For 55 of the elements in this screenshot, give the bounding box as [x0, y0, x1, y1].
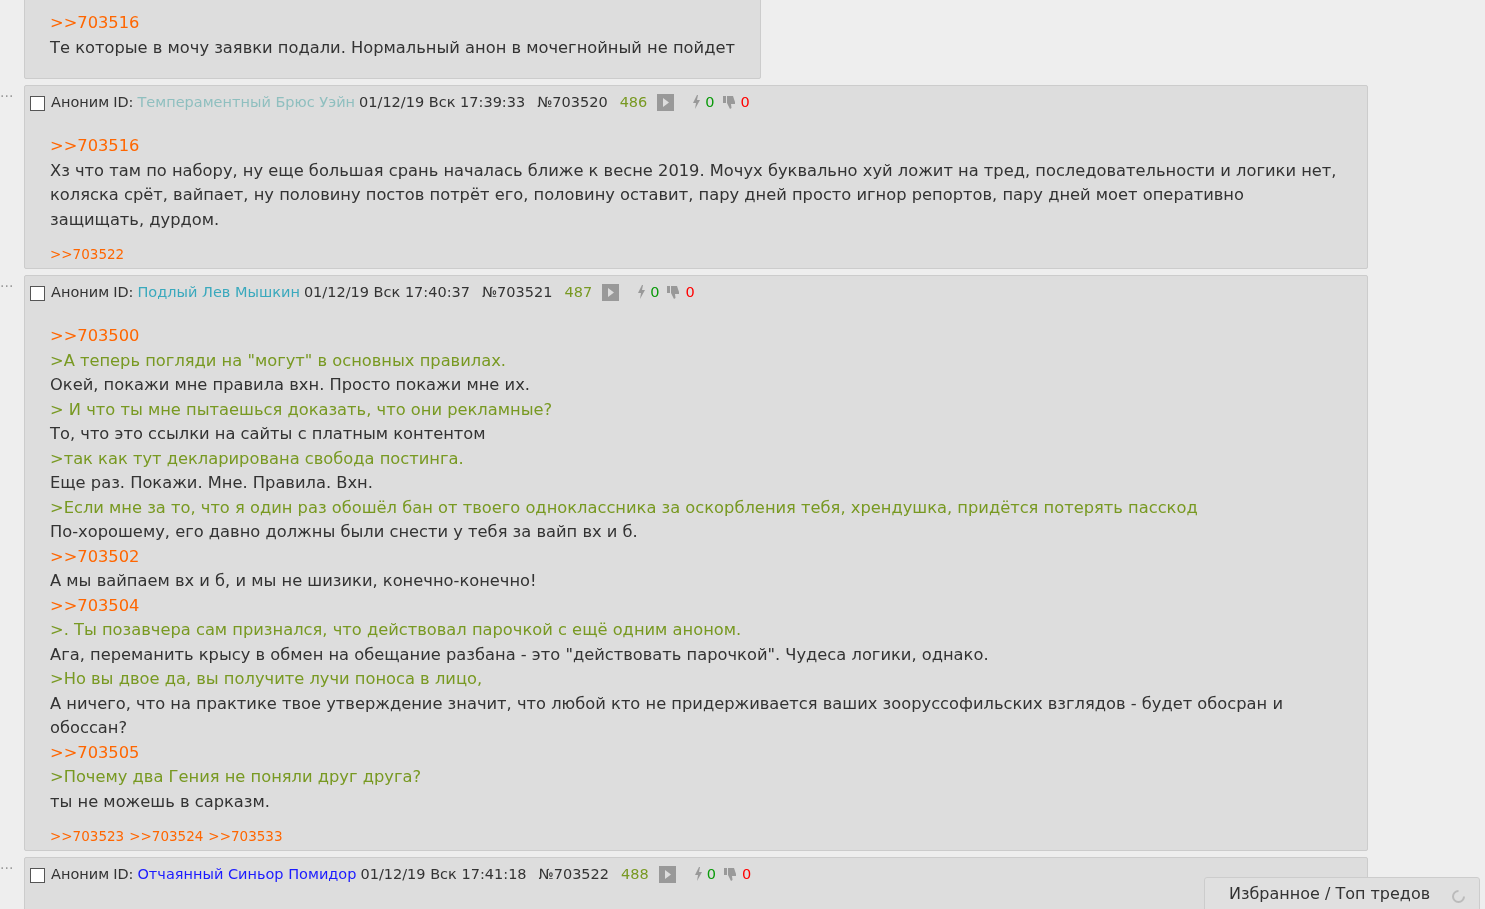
reply-link[interactable]: >>703502: [50, 544, 1342, 569]
author-name: Аноним: [51, 284, 110, 300]
reply-link[interactable]: >>703516: [50, 134, 1342, 159]
quote-text: >. Ты позавчера сам признался, что действовал парочкой с ещё одним аноном.: [50, 619, 743, 641]
post-text: А ничего, что на практике твое утверждение значит, что любой кто не придерживается ваших зооруссофильских взглядов - будет обосран и обоссан?: [50, 692, 1284, 739]
dislike-count: 0: [741, 866, 752, 882]
dislike-count: 0: [685, 284, 695, 300]
post-text: А мы вайпаем вх и б, и мы не шизики, конечно-конечно!: [50, 570, 538, 592]
like-count: 0: [705, 94, 715, 110]
poster-id[interactable]: Отчаянный Синьор Помидор: [137, 866, 357, 882]
id-label: ID:: [113, 284, 134, 300]
poster-id[interactable]: Темпераментный Брюс Уэйн: [137, 94, 356, 110]
post-text: Ага, переманить крысу в обмен на обещание разбана - это "действовать парочкой". Чудеса логики, однако.: [50, 643, 990, 666]
reply-link[interactable]: >>703505: [50, 740, 1342, 765]
backlink[interactable]: >>703523: [50, 828, 125, 844]
post-text: ты не можешь в сарказм.: [50, 790, 271, 813]
post-count: 487: [564, 284, 593, 300]
post-number[interactable]: №703520: [537, 94, 608, 110]
post-count: 486: [619, 94, 648, 110]
dislike-count: 0: [740, 94, 750, 110]
post-text: Окей, покажи мне правила вхн. Просто покажи мне их.: [50, 374, 531, 396]
quote-text: >Почему два Гения не поняли друг друга?: [50, 766, 423, 788]
post-date: 01/12/19 Вск 17:39:33: [359, 94, 526, 110]
menu-dots[interactable]: ···: [0, 857, 24, 875]
post-number[interactable]: №703522: [538, 866, 610, 882]
id-label: ID:: [113, 866, 134, 882]
quote-text: >Если мне за то, что я один раз обошёл бан от твоего одноклассника за оскорбления тебя, хрендушка, придётся потерять пасскод: [50, 496, 1199, 519]
backlink[interactable]: >>703522: [50, 246, 125, 262]
backlink[interactable]: >>703533: [208, 828, 283, 844]
menu-dots[interactable]: ···: [0, 85, 24, 103]
reply-link[interactable]: >>703504: [50, 593, 1342, 618]
id-label: ID:: [113, 94, 134, 110]
author-name: Аноним: [51, 94, 110, 110]
post-text: Еще раз. Покажи. Мне. Правила. Вхн.: [50, 472, 374, 494]
like-count: 0: [706, 866, 716, 882]
reply-link[interactable]: >>703516: [50, 11, 735, 36]
post-text: То, что это ссылки на сайты с платным контентом: [50, 423, 487, 445]
post-text: Хз что там по набору, ну еще большая срань началась ближе к весне 2019. Мочух буквально хуй ложит на тред, последовательности и логики нет, коляска срёт, вайпает, ну половину постов потрёт его, половину оставит, пару дней просто игнор репортов, пару дней моет оперативно защищать, дурдом.: [50, 159, 1338, 231]
favorites-button[interactable]: Избранное / Топ тредов: [1204, 877, 1480, 909]
post-text: Те которые в мочу заявки подали. Нормальный анон в мочегнойный не пойдет: [50, 36, 735, 59]
author-name: Аноним: [51, 866, 110, 882]
post-count: 488: [621, 866, 649, 882]
menu-dots[interactable]: ···: [0, 275, 24, 293]
reply-link[interactable]: >>703500: [50, 324, 1342, 349]
quote-text: >А теперь погляди на "могут" в основных правилах.: [50, 349, 507, 372]
like-count: 0: [650, 284, 660, 300]
backlink[interactable]: >>703524: [129, 828, 204, 844]
poster-id[interactable]: Подлый Лев Мышкин: [137, 284, 300, 300]
quote-text: > И что ты мне пытаешься доказать, что они рекламные?: [50, 398, 554, 421]
quote-text: >так как тут декларирована свобода постинга.: [50, 447, 465, 470]
post-date: 01/12/19 Вск 17:40:37: [303, 284, 471, 300]
quote-text: >Но вы двое да, вы получите лучи поноса в лицо,: [50, 668, 484, 690]
post-text: По-хорошему, его давно должны были снести у тебя за вайп вх и б.: [50, 521, 639, 543]
post-number[interactable]: №703521: [482, 284, 553, 300]
post-date: 01/12/19 Вск 17:41:18: [360, 866, 527, 882]
